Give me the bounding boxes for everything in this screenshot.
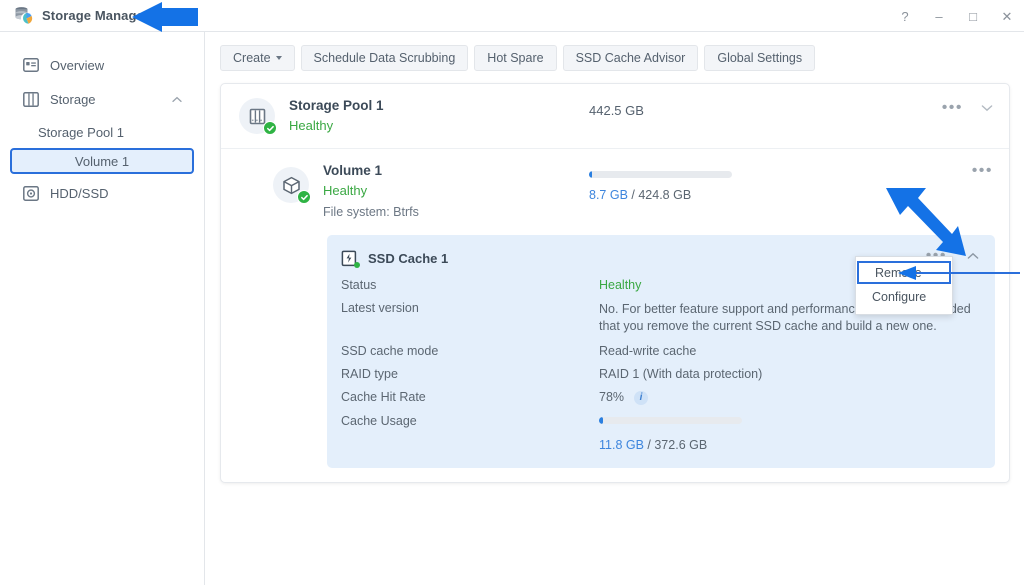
row-label: SSD cache mode (341, 344, 439, 358)
volume-total: 424.8 GB (638, 188, 692, 202)
storage-pool-row[interactable]: Storage Pool 1 Healthy 442.5 GB ••• (221, 84, 1009, 149)
storage-pool-actions: ••• (942, 100, 993, 116)
storage-pool-icon (239, 98, 277, 135)
sidebar-item-label: Storage (50, 91, 96, 107)
arrow-line-to-remove (906, 272, 1020, 274)
window-controls: ? – □ ✕ (898, 0, 1014, 32)
cache-usage-meter: 11.8 GB / 372.6 GB (599, 416, 742, 452)
ssd-cache-title: SSD Cache 1 (368, 250, 449, 266)
volume-usage-separator: / (627, 188, 639, 202)
row-label: Latest version (341, 301, 419, 315)
storage-pool-more-button[interactable]: ••• (942, 100, 963, 116)
create-button[interactable]: Create (220, 45, 295, 71)
volume-file-system: File system: Btrfs (323, 205, 419, 219)
row-value: 78% (599, 390, 625, 404)
sidebar-item-volume-1[interactable]: Volume 1 (10, 148, 194, 174)
hot-spare-button[interactable]: Hot Spare (474, 45, 557, 71)
schedule-data-scrubbing-button[interactable]: Schedule Data Scrubbing (300, 45, 469, 71)
help-icon[interactable]: ? (898, 9, 912, 23)
cache-usage-bar (599, 416, 742, 424)
volume-usage-bar-fill (589, 171, 592, 178)
menu-item-configure[interactable]: Configure (856, 284, 952, 310)
chevron-up-icon[interactable] (967, 250, 979, 262)
storage-pool-status: Healthy (289, 118, 334, 133)
row-value-wrap: 78% i (599, 390, 649, 405)
cache-usage-separator: / (643, 437, 655, 452)
chevron-up-icon[interactable] (172, 94, 182, 104)
hdd-ssd-icon (22, 184, 40, 202)
cache-usage-text: 11.8 GB / 372.6 GB (599, 438, 742, 452)
storage-pool-size: 442.5 GB (589, 103, 644, 118)
global-settings-button[interactable]: Global Settings (704, 45, 816, 71)
minimize-icon[interactable]: – (932, 9, 946, 23)
ssd-health-dot-icon (354, 261, 360, 268)
row-label: Cache Hit Rate (341, 390, 426, 404)
ssd-cache-icon (341, 250, 360, 268)
row-value: Read-write cache (599, 344, 697, 358)
chevron-down-icon[interactable] (981, 102, 993, 114)
ssd-cache-row-mode: SSD cache mode Read-write cache (341, 344, 979, 358)
ssd-cache-row-cache-usage: Cache Usage 11.8 GB / 372.6 GB (341, 414, 979, 452)
storage-manager-window: Storage Manager ? – □ ✕ Overview Storage… (0, 0, 1024, 585)
ssd-cache-row-hit-rate: Cache Hit Rate 78% i (341, 390, 979, 405)
sidebar-item-label: Overview (50, 57, 105, 73)
storage-pool-name: Storage Pool 1 (289, 98, 384, 113)
volume-used: 8.7 GB (589, 188, 628, 202)
row-value: Healthy (599, 278, 642, 292)
health-check-icon (263, 121, 277, 135)
row-label: Status (341, 278, 377, 292)
overview-icon (22, 56, 40, 74)
row-value: RAID 1 (With data protection) (599, 367, 763, 381)
storage-icon (22, 90, 40, 108)
cache-usage-bar-fill (599, 416, 604, 424)
volume-row[interactable]: Volume 1 Healthy File system: Btrfs 8.7 … (221, 149, 1009, 229)
ssd-cache-context-menu: Remove Configure (855, 256, 953, 315)
volume-actions: ••• (972, 163, 993, 179)
toolbar: Create Schedule Data Scrubbing Hot Spare… (220, 45, 1010, 71)
sidebar-item-label: HDD/SSD (50, 185, 109, 201)
volume-icon-wrap (273, 167, 311, 204)
row-label: Cache Usage (341, 413, 417, 428)
sidebar-item-overview[interactable]: Overview (10, 48, 194, 82)
row-label: RAID type (341, 367, 398, 381)
window-title: Storage Manager (42, 8, 149, 23)
health-check-icon (297, 190, 311, 204)
storage-manager-icon (12, 5, 34, 27)
sidebar-item-storage-pool-1[interactable]: Storage Pool 1 (10, 118, 194, 146)
chevron-down-icon (275, 56, 282, 60)
sidebar-item-storage[interactable]: Storage (10, 82, 194, 116)
volume-usage-bar (589, 171, 732, 178)
maximize-icon[interactable]: □ (966, 9, 980, 23)
title-bar: Storage Manager ? – □ ✕ (0, 0, 1024, 32)
volume-usage-meter: 8.7 GB / 424.8 GB (589, 171, 732, 202)
close-icon[interactable]: ✕ (1000, 9, 1014, 23)
create-button-label: Create (233, 51, 271, 65)
volume-more-button[interactable]: ••• (972, 163, 993, 179)
sidebar-item-hdd-ssd[interactable]: HDD/SSD (10, 176, 194, 210)
storage-pool-info: Storage Pool 1 Healthy (289, 98, 384, 133)
info-icon[interactable]: i (634, 390, 649, 405)
ssd-cache-row-raid-type: RAID type RAID 1 (With data protection) (341, 367, 979, 381)
ssd-cache-advisor-button[interactable]: SSD Cache Advisor (562, 45, 699, 71)
volume-usage-text: 8.7 GB / 424.8 GB (589, 188, 732, 202)
cache-used: 11.8 GB (599, 437, 644, 452)
sidebar: Overview Storage Storage Pool 1 Volume 1 (0, 32, 205, 585)
cache-total: 372.6 GB (654, 437, 708, 452)
volume-cube-icon (273, 167, 311, 204)
